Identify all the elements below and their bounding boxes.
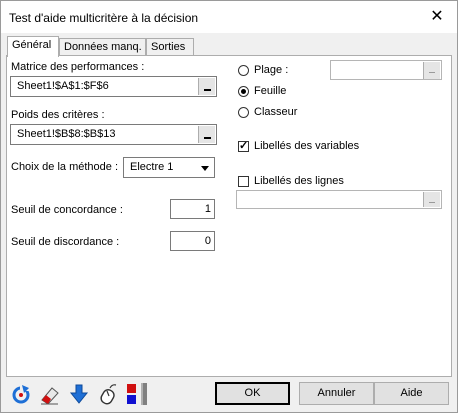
tab-general[interactable]: Général (7, 36, 59, 57)
window-title: Test d'aide multicritère à la décision (9, 11, 199, 25)
range-select-button[interactable] (423, 62, 440, 79)
title-bar: Test d'aide multicritère à la décision ✕ (1, 1, 457, 33)
methode-select[interactable]: Electre 1 (123, 157, 215, 178)
poids-value: Sheet1!$B$8:$B$13 (17, 128, 116, 140)
radio-plage[interactable] (238, 65, 249, 76)
down-arrow-icon[interactable] (67, 382, 91, 406)
annuler-button[interactable]: Annuler (299, 382, 374, 405)
close-icon[interactable]: ✕ (417, 1, 457, 33)
dialog-window: Test d'aide multicritère à la décision ✕… (0, 0, 458, 413)
classeur-label: Classeur (254, 106, 298, 118)
range-select-button[interactable] (198, 78, 215, 95)
performances-label: Matrice des performances : (11, 61, 145, 73)
chevron-down-icon (201, 166, 209, 171)
concordance-value: 1 (204, 203, 211, 215)
poids-label: Poids des critères : (11, 109, 105, 121)
poids-field[interactable]: Sheet1!$B$8:$B$13 (10, 124, 217, 145)
general-panel: Matrice des performances : Sheet1!$A$1:$… (6, 55, 452, 377)
libelles-lignes-field[interactable] (236, 190, 442, 209)
discordance-input[interactable]: 0 (170, 231, 215, 251)
ok-button[interactable]: OK (215, 382, 290, 405)
discordance-label: Seuil de discordance : (11, 236, 120, 248)
performances-value: Sheet1!$A$1:$F$6 (17, 80, 109, 92)
libelles-variables-checkbox[interactable]: ✓ (238, 140, 249, 152)
feuille-label: Feuille (254, 85, 287, 97)
reset-icon[interactable] (9, 382, 33, 406)
performances-field[interactable]: Sheet1!$A$1:$F$6 (10, 76, 217, 97)
concordance-label: Seuil de concordance : (11, 204, 123, 216)
discordance-value: 0 (204, 235, 211, 247)
mouse-icon[interactable] (96, 382, 120, 406)
eraser-icon[interactable] (38, 382, 62, 406)
color-swatch-icon[interactable] (125, 382, 153, 406)
methode-value: Electre 1 (130, 161, 174, 173)
libelles-lignes-label: Libellés des lignes (254, 175, 344, 187)
radio-classeur[interactable] (238, 107, 249, 118)
plage-field[interactable] (330, 60, 442, 80)
check-icon: ✓ (239, 140, 249, 152)
libelles-variables-label: Libellés des variables (254, 140, 360, 152)
aide-button[interactable]: Aide (374, 382, 449, 405)
range-select-button[interactable] (198, 126, 215, 143)
methode-label: Choix de la méthode : (11, 161, 119, 173)
plage-label: Plage : (254, 64, 289, 76)
range-select-button[interactable] (423, 192, 440, 207)
libelles-lignes-checkbox[interactable] (238, 176, 249, 187)
radio-feuille[interactable] (238, 86, 249, 97)
tab-sorties[interactable]: Sorties (146, 38, 194, 56)
concordance-input[interactable]: 1 (170, 199, 215, 219)
tab-donnees-manquantes[interactable]: Données manq. (59, 38, 146, 56)
